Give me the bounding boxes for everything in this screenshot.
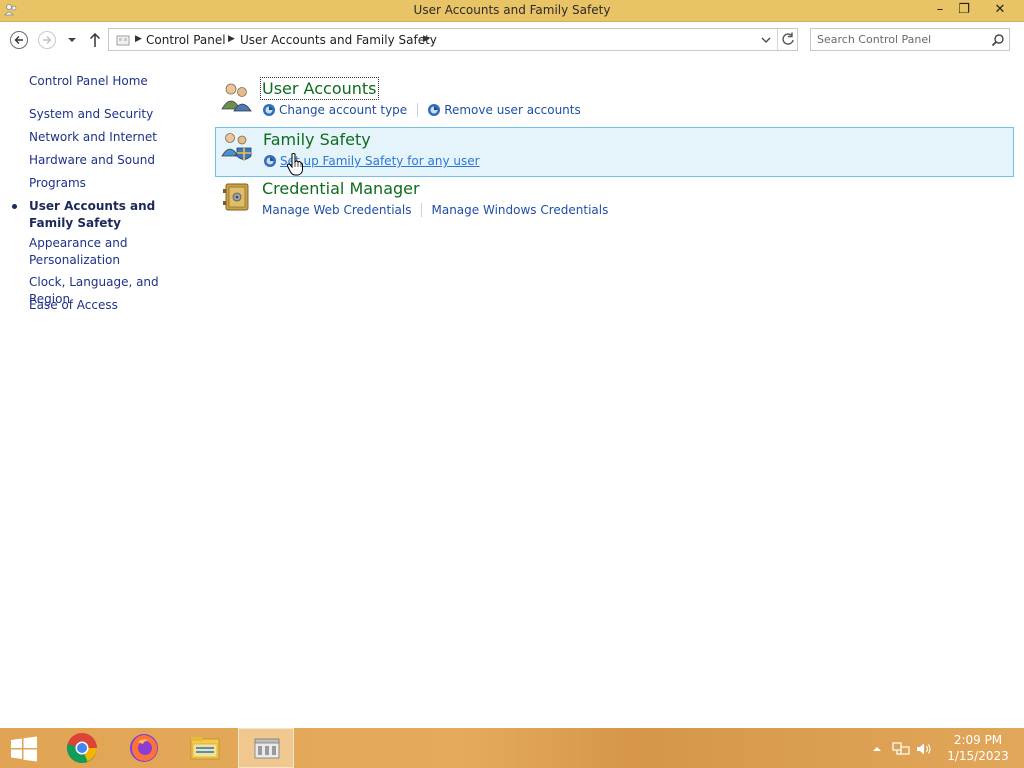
- manage-windows-credentials-link[interactable]: Manage Windows Credentials: [431, 202, 608, 218]
- taskbar-control-panel[interactable]: [238, 728, 294, 768]
- link-divider: [421, 203, 423, 217]
- set-up-family-safety-link[interactable]: Set up Family Safety for any user: [280, 153, 480, 169]
- taskbar-firefox[interactable]: [116, 728, 172, 768]
- credential-manager-link[interactable]: Credential Manager: [262, 179, 420, 198]
- show-hidden-icons-chevron-icon[interactable]: [870, 742, 884, 756]
- nav-appearance-and-personalization[interactable]: Appearance and Personalization: [29, 235, 139, 269]
- category-user-accounts: User Accounts Change account type Remove…: [215, 77, 1014, 127]
- breadcrumb-separator-icon[interactable]: ▶: [135, 34, 142, 44]
- address-dropdown-chevron-icon[interactable]: [759, 33, 773, 47]
- nav-programs[interactable]: Programs: [29, 175, 199, 192]
- uac-shield-icon: [428, 104, 441, 116]
- nav-hardware-and-sound[interactable]: Hardware and Sound: [29, 152, 199, 169]
- taskbar: 2:09 PM 1/15/2023: [0, 728, 1024, 768]
- family-safety-icon: [221, 133, 252, 161]
- uac-shield-icon: [263, 104, 275, 116]
- link-divider: [417, 103, 419, 117]
- current-page-bullet-icon: [12, 204, 17, 209]
- search-icon[interactable]: [991, 33, 1005, 47]
- chrome-icon: [66, 733, 97, 764]
- recent-locations-chevron-icon[interactable]: [66, 34, 78, 46]
- category-family-safety[interactable]: Family Safety Set up Family Safety for a…: [215, 127, 1014, 177]
- nav-system-and-security[interactable]: System and Security: [29, 106, 199, 123]
- taskbar-file-explorer[interactable]: [177, 728, 233, 768]
- family-safety-link[interactable]: Family Safety: [263, 130, 371, 149]
- back-arrow-icon: [14, 36, 23, 44]
- windows-start-icon[interactable]: [10, 736, 38, 762]
- user-accounts-link[interactable]: User Accounts: [260, 77, 379, 100]
- navigation-bar: ▶ Control Panel ▶ User Accounts and Fami…: [0, 22, 1024, 58]
- address-bar[interactable]: ▶ Control Panel ▶ User Accounts and Fami…: [108, 28, 798, 51]
- forward-arrow-icon: [43, 36, 52, 44]
- search-box[interactable]: [810, 28, 1010, 51]
- file-explorer-icon: [190, 737, 220, 760]
- nav-ease-of-access[interactable]: Ease of Access: [29, 297, 199, 314]
- nav-user-accounts-and-family-safety: User Accounts and Family Safety: [29, 199, 156, 230]
- forward-button[interactable]: [38, 31, 56, 49]
- firefox-icon: [130, 734, 158, 762]
- clock-time: 2:09 PM: [953, 733, 1003, 747]
- breadcrumb-control-panel[interactable]: Control Panel: [146, 33, 226, 47]
- uac-shield-icon: [264, 155, 276, 167]
- back-button[interactable]: [10, 31, 28, 49]
- change-account-type-link[interactable]: Change account type: [279, 102, 407, 118]
- close-button[interactable]: ✕: [984, 0, 1016, 21]
- up-arrow-icon[interactable]: [88, 31, 102, 49]
- refresh-button[interactable]: [777, 29, 798, 50]
- users-icon: [221, 83, 252, 112]
- clock-date: 1/15/2023: [947, 749, 1009, 763]
- hand-cursor-icon: [286, 153, 303, 176]
- nav-network-and-internet[interactable]: Network and Internet: [29, 129, 199, 146]
- vault-icon: [223, 183, 249, 211]
- breadcrumb-user-accounts[interactable]: User Accounts and Family Safety: [240, 33, 437, 47]
- system-clock[interactable]: 2:09 PM 1/15/2023: [938, 732, 1018, 764]
- manage-web-credentials-link[interactable]: Manage Web Credentials: [262, 202, 411, 218]
- search-input[interactable]: [817, 31, 983, 48]
- nav-control-panel-home[interactable]: Control Panel Home: [29, 73, 199, 90]
- remove-user-accounts-link[interactable]: Remove user accounts: [444, 102, 581, 118]
- control-panel-icon: [254, 738, 280, 759]
- refresh-icon: [782, 32, 794, 45]
- control-panel-icon: [116, 35, 130, 46]
- window-title: User Accounts and Family Safety: [413, 3, 611, 17]
- restore-button[interactable]: ❐: [950, 0, 978, 21]
- volume-icon[interactable]: [916, 742, 934, 756]
- breadcrumb-separator-icon[interactable]: ▶: [423, 34, 430, 44]
- breadcrumb-separator-icon[interactable]: ▶: [228, 34, 235, 44]
- category-credential-manager: Credential Manager Manage Web Credential…: [215, 177, 1014, 227]
- network-icon[interactable]: [892, 742, 910, 756]
- taskbar-chrome[interactable]: [54, 728, 110, 768]
- title-bar: User Accounts and Family Safety – ❐ ✕: [0, 0, 1024, 22]
